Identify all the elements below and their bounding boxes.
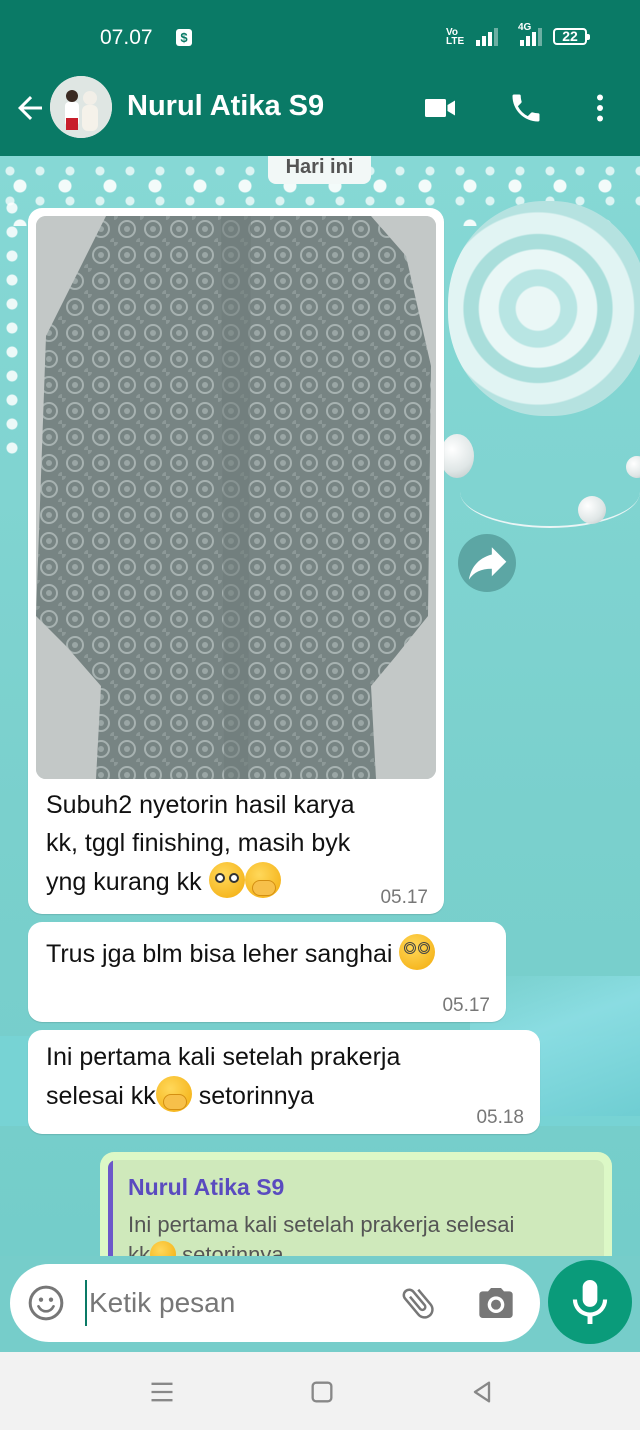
text-message[interactable]: Trus jga blm bisa leher sanghai 05.17 bbox=[28, 922, 506, 1022]
camera-icon[interactable] bbox=[476, 1283, 516, 1323]
video-call-icon[interactable] bbox=[420, 90, 460, 126]
dizzy-face-emoji bbox=[399, 934, 436, 970]
recent-apps-icon[interactable] bbox=[148, 1378, 176, 1406]
microphone-icon bbox=[572, 1279, 608, 1325]
voice-call-icon[interactable] bbox=[506, 90, 546, 126]
message-time: 05.18 bbox=[476, 1107, 524, 1128]
caption-line-3: yng kurang kk bbox=[46, 862, 426, 901]
quoted-message[interactable]: Nurul Atika S9 Ini pertama kali setelah … bbox=[108, 1160, 604, 1256]
message-line-2: selesai kk setorinnya bbox=[46, 1076, 516, 1115]
volte-indicator: Vo LTE bbox=[446, 27, 465, 47]
quoted-line-2a: kk bbox=[128, 1242, 150, 1256]
more-options-icon[interactable] bbox=[580, 90, 620, 126]
photo-kebaya[interactable] bbox=[36, 216, 436, 779]
quoted-line-2b: setorinnya bbox=[176, 1242, 284, 1256]
emoji-icon[interactable] bbox=[26, 1283, 66, 1323]
wallpaper-rose bbox=[448, 201, 640, 416]
message-line-1: Ini pertama kali setelah prakerja bbox=[46, 1043, 401, 1071]
message-text: Trus jga blm bisa leher sanghai bbox=[46, 940, 393, 968]
message-input[interactable] bbox=[85, 1280, 381, 1326]
quote-bar bbox=[108, 1160, 113, 1256]
forward-button[interactable] bbox=[458, 534, 516, 592]
status-bar: 07.07 $ Vo LTE 4G 22 bbox=[0, 0, 640, 76]
message-line-2a: selesai kk bbox=[46, 1082, 156, 1110]
chat-header: Nurul Atika S9 bbox=[0, 76, 640, 156]
caption-line-3-text: yng kurang kk bbox=[46, 868, 202, 896]
caption-line-1: Subuh2 nyetorin hasil karya bbox=[46, 791, 355, 819]
quoted-sender: Nurul Atika S9 bbox=[128, 1174, 285, 1200]
message-composer bbox=[10, 1264, 540, 1342]
message-body: Ini pertama kali setelah prakerja selesa… bbox=[46, 1038, 516, 1115]
face-with-hand-over-mouth-emoji bbox=[244, 862, 281, 898]
dollar-icon: $ bbox=[176, 29, 192, 46]
message-time: 05.17 bbox=[380, 887, 428, 908]
back-nav-icon[interactable] bbox=[468, 1378, 496, 1406]
wallpaper-lace-left bbox=[0, 196, 30, 466]
signal-icon bbox=[476, 28, 498, 46]
wallpaper-pearl bbox=[440, 434, 474, 478]
message-body: Trus jga blm bisa leher sanghai bbox=[46, 934, 436, 973]
voice-message-button[interactable] bbox=[548, 1260, 632, 1344]
home-icon[interactable] bbox=[308, 1378, 336, 1406]
battery-icon: 22 bbox=[553, 28, 590, 45]
text-message[interactable]: Ini pertama kali setelah prakerja selesa… bbox=[28, 1030, 540, 1134]
message-time: 05.17 bbox=[442, 995, 490, 1016]
quoted-line-1: Ini pertama kali setelah prakerja selesa… bbox=[128, 1212, 515, 1237]
status-time: 07.07 bbox=[100, 26, 153, 49]
face-with-hand-over-mouth-emoji bbox=[155, 1076, 192, 1112]
image-message[interactable]: Subuh2 nyetorin hasil karya kk, tggl fin… bbox=[28, 208, 444, 914]
forward-icon bbox=[468, 547, 507, 580]
wallpaper-pearl bbox=[578, 496, 606, 524]
back-arrow-icon[interactable] bbox=[12, 90, 48, 126]
caption-line-2: kk, tggl finishing, masih byk bbox=[46, 829, 351, 857]
quoted-line-2: kk setorinnya bbox=[128, 1240, 568, 1256]
avatar[interactable] bbox=[50, 76, 112, 138]
face-with-hand-over-mouth-emoji bbox=[150, 1241, 176, 1256]
system-nav-bar bbox=[0, 1352, 640, 1430]
reply-message[interactable]: Nurul Atika S9 Ini pertama kali setelah … bbox=[100, 1152, 612, 1256]
flushed-face-emoji bbox=[208, 862, 245, 898]
date-chip: Hari ini bbox=[268, 156, 371, 184]
message-text: Subuh2 nyetorin hasil karya kk, tggl fin… bbox=[46, 786, 426, 901]
message-line-2b: setorinnya bbox=[191, 1082, 315, 1110]
contact-name[interactable]: Nurul Atika S9 bbox=[127, 90, 324, 123]
wallpaper-pearl-string bbox=[460, 456, 640, 528]
quoted-text: Ini pertama kali setelah prakerja selesa… bbox=[128, 1210, 568, 1256]
attach-icon[interactable] bbox=[398, 1283, 438, 1323]
signal-icon-2 bbox=[520, 28, 542, 46]
chat-area[interactable]: Hari ini Subuh2 nyetorin hasil karya kk,… bbox=[0, 156, 640, 1256]
